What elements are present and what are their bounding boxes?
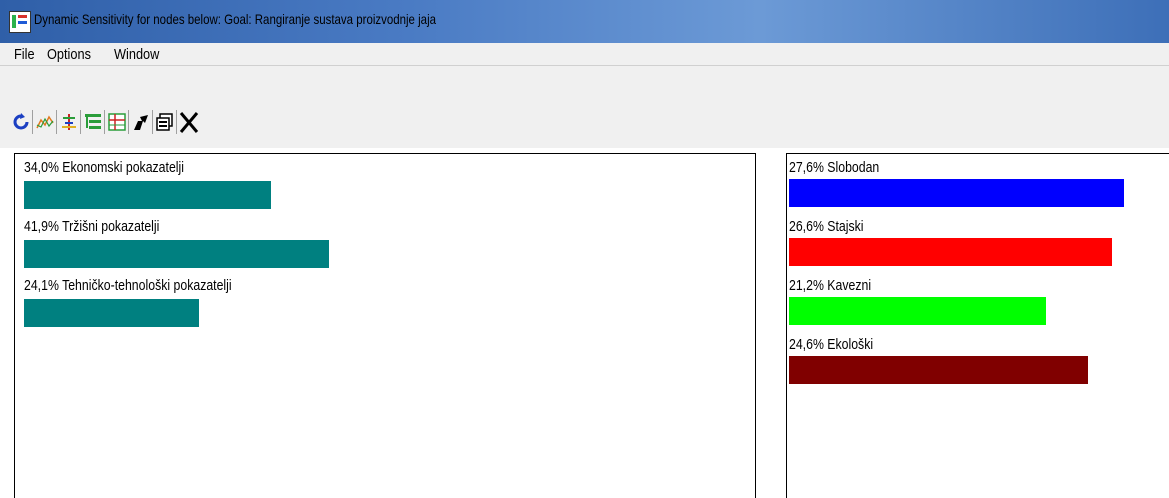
bar-trzisni[interactable]	[24, 240, 329, 268]
close-button[interactable]	[178, 110, 200, 134]
tree-button[interactable]	[82, 110, 105, 134]
bar-ekonomski[interactable]	[24, 181, 271, 209]
bar-tehnicko[interactable]	[24, 299, 199, 327]
alternative-label-kavezni: 21,2% Kavezni	[789, 277, 872, 294]
menu-options[interactable]: Options	[47, 46, 91, 63]
toolbar	[0, 66, 1169, 148]
criteria-panel: 34,0% Ekonomski pokazatelji 41,9% Tržišn…	[14, 153, 756, 498]
grid-button[interactable]	[106, 110, 129, 134]
grid-icon	[108, 113, 126, 131]
sensitivity-icon	[62, 114, 76, 130]
criteria-label-tehnicko: 24,1% Tehničko-tehnološki pokazatelji	[24, 277, 232, 294]
tree-icon	[85, 114, 101, 129]
bar-ekoloski[interactable]	[789, 356, 1088, 384]
alternative-label-stajski: 26,6% Stajski	[789, 218, 864, 235]
menu-window[interactable]: Window	[114, 46, 159, 63]
bar-kavezni[interactable]	[789, 297, 1046, 325]
bar-slobodan[interactable]	[789, 179, 1124, 207]
window-title: Dynamic Sensitivity for nodes below: Goa…	[34, 11, 437, 27]
chart-button[interactable]	[34, 110, 57, 134]
arrow-icon	[134, 115, 148, 130]
app-icon	[9, 11, 31, 33]
refresh-icon	[13, 113, 29, 130]
menu-file[interactable]: File	[14, 46, 35, 63]
copy-icon	[156, 113, 173, 131]
close-icon	[179, 112, 199, 133]
bar-stajski[interactable]	[789, 238, 1112, 266]
copy-button[interactable]	[154, 110, 177, 134]
chart-icon	[36, 115, 54, 129]
alternative-label-ekoloski: 24,6% Ekološki	[789, 336, 874, 353]
refresh-button[interactable]	[10, 110, 33, 134]
sensitivity-button[interactable]	[58, 110, 81, 134]
alternatives-panel: 27,6% Slobodan 26,6% Stajski 21,2% Kavez…	[786, 153, 1169, 498]
criteria-label-trzisni: 41,9% Tržišni pokazatelji	[24, 218, 160, 235]
title-bar[interactable]: Dynamic Sensitivity for nodes below: Goa…	[0, 0, 1169, 44]
criteria-label-ekonomski: 34,0% Ekonomski pokazatelji	[24, 159, 184, 176]
alternative-label-slobodan: 27,6% Slobodan	[789, 159, 880, 176]
arrow-button[interactable]	[130, 110, 153, 134]
menu-bar: File Options Window	[0, 43, 1169, 66]
